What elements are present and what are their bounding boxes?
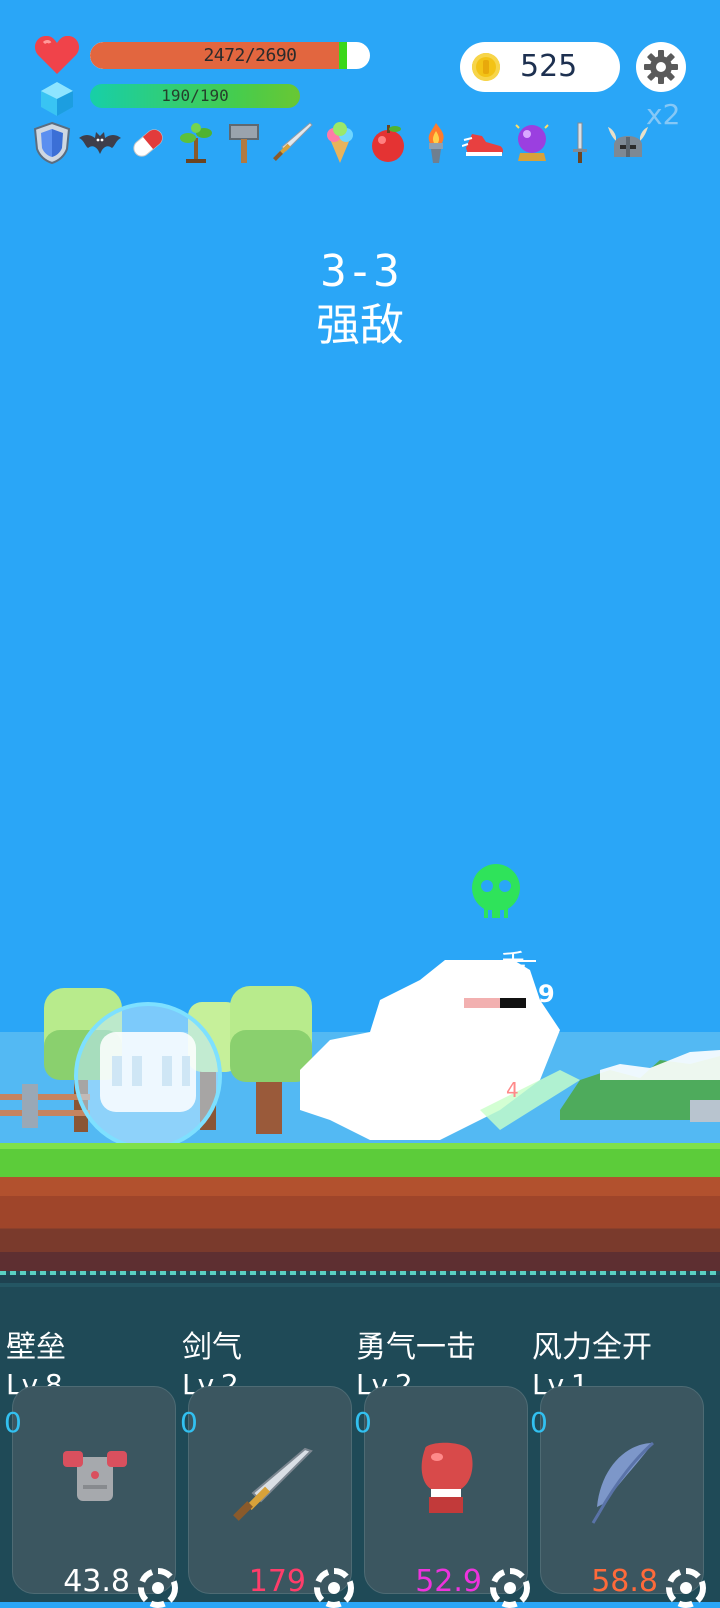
shield-icon[interactable]	[28, 120, 75, 166]
rock	[690, 1100, 720, 1122]
skill-name: 风力全开	[532, 1330, 652, 1365]
armor-icon	[63, 1451, 127, 1501]
mana-gem-icon	[41, 82, 73, 116]
panel-border	[0, 1271, 720, 1275]
bat-icon[interactable]	[76, 120, 123, 166]
gear-icon	[644, 50, 678, 84]
skill-name: 剑气	[182, 1330, 242, 1365]
coin-icon	[472, 53, 500, 81]
boxing-glove-icon	[421, 1442, 473, 1513]
skill-count: 0	[530, 1406, 548, 1439]
stage-title: 3-3 强敌	[0, 245, 720, 353]
item-bar	[28, 120, 651, 170]
torch-icon[interactable]	[412, 120, 459, 166]
speed-toggle[interactable]: x2	[646, 98, 680, 131]
cooldown-icon	[314, 1568, 354, 1608]
heart-icon	[34, 35, 80, 74]
skill-count: 0	[354, 1406, 372, 1439]
coin-counter: 525	[460, 42, 620, 92]
skill-value: 43.8	[63, 1564, 130, 1599]
crystal-ball-icon[interactable]	[508, 120, 555, 166]
enemy-level-fragment: 9	[538, 980, 555, 1008]
settings-button[interactable]	[636, 42, 686, 92]
hammer-icon[interactable]	[220, 120, 267, 166]
coin-amount: 525	[520, 49, 578, 84]
feather-icon	[591, 1441, 654, 1524]
pill-icon[interactable]	[124, 120, 171, 166]
mp-bar: 190/190	[90, 84, 300, 108]
hp-text: 2472/2690	[203, 45, 297, 66]
cooldown-icon	[666, 1568, 706, 1608]
sneaker-icon[interactable]	[460, 120, 507, 166]
cooldown-icon	[138, 1568, 178, 1608]
skill-name: 勇气一击	[356, 1330, 476, 1365]
hero-shield-bubble	[74, 1002, 222, 1150]
hp-bar: 2472/2690	[90, 42, 370, 69]
skill-count: 0	[4, 1406, 22, 1439]
apple-icon[interactable]	[364, 120, 411, 166]
skill-card-full-wind[interactable]	[540, 1386, 704, 1594]
sword-icon	[233, 1447, 313, 1521]
skill-value: 52.9	[415, 1564, 482, 1599]
ice-cream-icon[interactable]	[316, 120, 363, 166]
mp-text: 190/190	[161, 86, 229, 105]
stage-number: 3-3	[320, 246, 400, 297]
enemy-skull-icon	[472, 864, 520, 918]
enemy-name-fragment: 手	[500, 950, 527, 980]
dagger-icon[interactable]	[556, 120, 603, 166]
battle-scene	[0, 960, 720, 1150]
cooldown-icon	[490, 1568, 530, 1608]
ground-grass	[0, 1143, 720, 1177]
sapling-icon[interactable]	[172, 120, 219, 166]
viking-helmet-icon[interactable]	[604, 120, 651, 166]
skill-name: 壁垒	[6, 1330, 66, 1365]
skill-count: 0	[180, 1406, 198, 1439]
skill-card-bulwark[interactable]	[12, 1386, 176, 1594]
skill-value: 179	[248, 1564, 306, 1599]
skill-card-courage-strike[interactable]	[364, 1386, 528, 1594]
sword-icon[interactable]	[268, 120, 315, 166]
ground-dirt	[0, 1177, 720, 1271]
skill-card-sword-qi[interactable]	[188, 1386, 352, 1594]
skill-value: 58.8	[591, 1564, 658, 1599]
damage-number: 4	[506, 1078, 519, 1102]
stage-label: 强敌	[316, 300, 404, 351]
